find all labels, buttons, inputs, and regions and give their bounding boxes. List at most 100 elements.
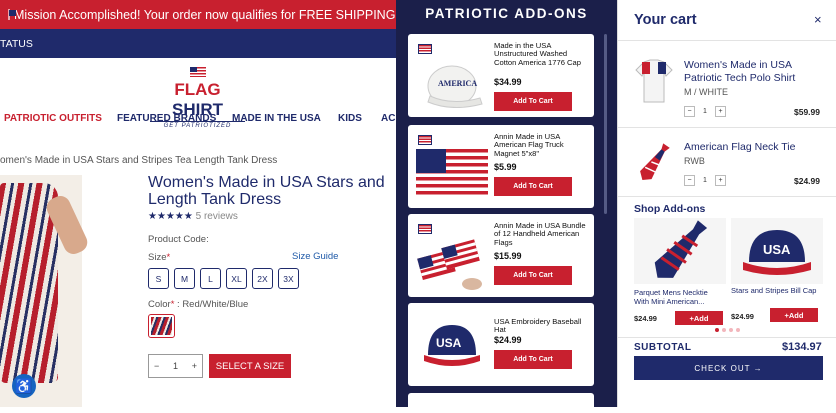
cart-item-price: $59.99 — [794, 107, 820, 117]
rating[interactable]: ★★★★★ 5 reviews — [148, 211, 238, 222]
addon-name[interactable]: USA Embroidery Baseball Hat — [494, 317, 586, 335]
cart-plus-button[interactable]: + — [715, 106, 726, 117]
quantity-plus-button[interactable]: + — [192, 361, 197, 371]
divider — [618, 127, 836, 128]
made-in-usa-badge-icon — [418, 224, 432, 234]
patriotic-addons-panel: PATRIOTIC ADD-ONS AMERICA Made in the US… — [396, 0, 617, 413]
product-image[interactable] — [0, 175, 91, 407]
shop-addon-name[interactable]: Stars and Stripes Bill Cap — [731, 286, 821, 296]
carousel-dots — [715, 328, 740, 332]
add-to-cart-button[interactable]: Add To Cart — [494, 266, 572, 285]
carousel-dot[interactable] — [736, 328, 740, 332]
shop-addons-title: Shop Add-ons — [634, 203, 706, 215]
order-status-link[interactable]: TATUS — [0, 38, 33, 50]
us-flag-icon — [189, 67, 206, 77]
cart-drawer: Your cart × Women's Made in USA Patrioti… — [617, 0, 836, 407]
cart-quantity-value[interactable]: 1 — [703, 108, 707, 115]
cart-minus-button[interactable]: − — [684, 106, 695, 117]
addon-card-partial — [408, 393, 594, 413]
addons-title: PATRIOTIC ADD-ONS — [425, 6, 588, 21]
addons-scrollbar[interactable] — [604, 34, 607, 214]
rating-stars: ★★★★★ — [148, 211, 193, 222]
reviews-count: 5 reviews — [195, 211, 238, 222]
addon-price: $15.99 — [494, 251, 522, 261]
size-option-2x[interactable]: 2X — [252, 268, 273, 289]
us-flag-icon — [8, 9, 16, 20]
product-title: Women's Made in USA Stars and Length Tan… — [148, 174, 385, 208]
handheld-flags-image[interactable] — [416, 238, 488, 292]
necktie-addon-image[interactable] — [634, 218, 726, 284]
neck-tie-image[interactable] — [636, 140, 674, 184]
add-to-cart-button[interactable]: Add To Cart — [494, 350, 572, 369]
banner-text: Mission Accomplished! Your order now qua… — [14, 7, 396, 22]
add-addon-button[interactable]: +Add — [675, 311, 723, 325]
color-label: Color* : Red/White/Blue — [148, 299, 249, 310]
subtotal-label: SUBTOTAL — [634, 342, 692, 353]
color-swatch[interactable] — [148, 314, 175, 338]
addon-card: Annin Made in USA American Flag Truck Ma… — [408, 125, 594, 208]
cart-item-variant: RWB — [684, 156, 705, 166]
main-nav: PATRIOTIC OUTFITS FEATURED BRANDS MADE I… — [0, 113, 396, 127]
addon-name[interactable]: Made in the USA Unstructured Washed Cott… — [494, 41, 586, 67]
baseball-hat-image[interactable]: USA — [420, 317, 484, 373]
addon-card: USA USA Embroidery Baseball Hat $24.99 A… — [408, 303, 594, 386]
add-to-cart-button[interactable]: Add To Cart — [494, 177, 572, 196]
carousel-dot[interactable] — [729, 328, 733, 332]
product-code-label: Product Code: — [148, 234, 209, 245]
divider — [618, 337, 836, 338]
add-addon-button[interactable]: +Add — [770, 308, 818, 322]
size-option-3x[interactable]: 3X — [278, 268, 299, 289]
divider — [618, 196, 836, 197]
cart-item-name[interactable]: Women's Made in USA Patriotic Tech Polo … — [684, 59, 824, 84]
svg-text:USA: USA — [763, 242, 791, 257]
nav-item-patriotic-outfits[interactable]: PATRIOTIC OUTFITS — [4, 113, 102, 124]
size-option-s[interactable]: S — [148, 268, 169, 289]
addon-card: Annin Made in USA Bundle of 12 Handheld … — [408, 214, 594, 297]
add-to-cart-button[interactable]: Add To Cart — [494, 92, 572, 111]
addon-card: AMERICA Made in the USA Unstructured Was… — [408, 34, 594, 117]
shipping-banner: Mission Accomplished! Your order now qua… — [0, 0, 396, 29]
order-status-bar: TATUS — [0, 29, 396, 58]
made-in-usa-badge-icon — [418, 135, 432, 145]
cart-plus-button[interactable]: + — [715, 175, 726, 186]
nav-item-kids[interactable]: KIDS — [338, 113, 362, 124]
size-guide-link[interactable]: Size Guide — [292, 251, 338, 262]
carousel-dot[interactable] — [715, 328, 719, 332]
addon-name[interactable]: Annin Made in USA American Flag Truck Ma… — [494, 132, 586, 158]
cart-item-price: $24.99 — [794, 176, 820, 186]
cap-image[interactable]: AMERICA — [422, 56, 484, 108]
quantity-minus-button[interactable]: − — [154, 361, 159, 371]
size-label: Size* — [148, 252, 171, 263]
nav-item-made-in-usa[interactable]: MADE IN THE USA — [232, 113, 321, 124]
close-icon[interactable]: × — [814, 12, 822, 27]
size-option-xl[interactable]: XL — [226, 268, 247, 289]
made-in-usa-badge-icon — [418, 44, 432, 54]
cart-quantity-value[interactable]: 1 — [703, 177, 707, 184]
nav-item-featured-brands[interactable]: FEATURED BRANDS — [117, 113, 216, 124]
accessibility-icon[interactable]: ♿ — [12, 374, 36, 398]
cart-item-variant: M / WHITE — [684, 87, 728, 97]
addon-price: $34.99 — [494, 77, 522, 87]
shop-addon-name[interactable]: Parquet Mens Necktie With Mini American.… — [634, 288, 724, 306]
addon-price: $5.99 — [494, 162, 517, 172]
cart-quantity-stepper: − 1 + — [684, 105, 726, 118]
polo-shirt-image[interactable] — [634, 58, 674, 104]
breadcrumb[interactable]: omen's Made in USA Stars and Stripes Tea… — [0, 155, 277, 166]
size-option-l[interactable]: L — [200, 268, 221, 289]
subtotal-value: $134.97 — [782, 341, 822, 353]
quantity-value[interactable]: 1 — [173, 361, 178, 371]
svg-text:USA: USA — [436, 336, 462, 350]
select-size-button[interactable]: SELECT A SIZE — [209, 354, 291, 378]
carousel-dot[interactable] — [722, 328, 726, 332]
cart-quantity-stepper: − 1 + — [684, 174, 726, 187]
cart-minus-button[interactable]: − — [684, 175, 695, 186]
bill-cap-image[interactable]: USA — [731, 218, 823, 284]
cart-item-name[interactable]: American Flag Neck Tie — [684, 141, 824, 154]
addon-name[interactable]: Annin Made in USA Bundle of 12 Handheld … — [494, 221, 586, 247]
shop-addon-price: $24.99 — [731, 312, 754, 321]
nav-item-more[interactable]: AC — [381, 113, 395, 124]
flag-magnet-image[interactable] — [416, 149, 488, 195]
checkout-button[interactable]: CHECK OUT → — [634, 356, 823, 380]
size-option-m[interactable]: M — [174, 268, 195, 289]
size-options: S M L XL 2X 3X — [148, 268, 299, 289]
